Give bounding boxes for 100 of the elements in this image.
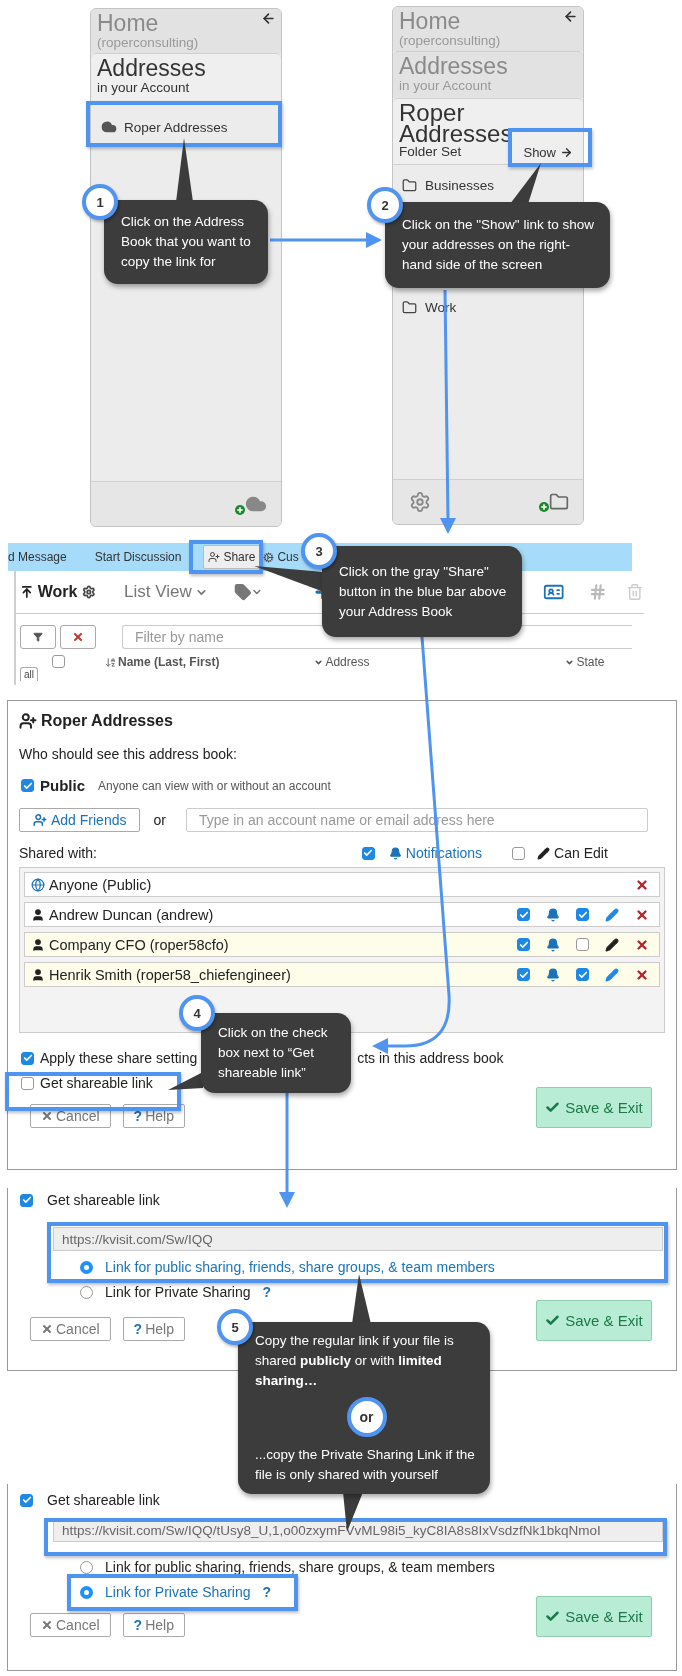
back-arrow-icon[interactable]	[261, 11, 276, 26]
step-badge: 3	[301, 533, 337, 569]
column-header[interactable]: Address	[314, 655, 370, 669]
url-field[interactable]: https://kvisit.com/Sw/IQQ	[53, 1227, 663, 1251]
callout-text: Copy the regular link if your file is shared publicly or with limited sharing…	[255, 1332, 455, 1390]
save-exit-button[interactable]: Save & Exit	[536, 1300, 652, 1341]
radio-label[interactable]: Link for Private Sharing	[105, 1584, 251, 1600]
home-title[interactable]: Home	[399, 9, 501, 33]
radio-label[interactable]: Link for Private Sharing	[105, 1284, 251, 1300]
folder-title: Work	[37, 583, 78, 601]
checkbox[interactable]	[517, 938, 530, 951]
checkbox[interactable]	[576, 968, 589, 981]
callout-text: Click on the Address Book that you want to copy the link for	[121, 213, 252, 271]
user-icon	[31, 967, 45, 982]
account-section[interactable]: Addresses in your Account	[393, 51, 583, 98]
checkbox[interactable]	[576, 908, 589, 921]
checkbox[interactable]	[517, 968, 530, 981]
callout-text: Click on the "Show" link to show your addresses on the right-hand side of the screen	[402, 216, 595, 274]
description-text: Anyone can view with or without an account	[98, 778, 331, 793]
member-name: Company CFO (roper58cfo)	[49, 936, 229, 953]
toolbar-link[interactable]: d Message	[8, 550, 67, 564]
checkbox[interactable]	[576, 938, 589, 951]
clear-filter-button[interactable]	[60, 625, 96, 649]
all-tab[interactable]: all	[20, 667, 38, 681]
can-edit-label: Can Edit	[554, 845, 608, 861]
filter-icon	[33, 632, 43, 642]
sort-icon	[105, 656, 116, 668]
checkbox[interactable]	[20, 1193, 33, 1207]
add-folder-icon[interactable]	[539, 492, 569, 512]
radio-label[interactable]: Link for public sharing, friends, share groups, & team members	[105, 1259, 495, 1275]
cancel-button[interactable]: Cancel	[30, 1613, 111, 1637]
checkbox[interactable]	[52, 655, 65, 668]
column-header[interactable]: Name (Last, First)	[105, 655, 220, 669]
check-icon	[545, 1313, 561, 1328]
remove-icon[interactable]	[635, 967, 649, 982]
save-exit-button[interactable]: Save & Exit	[536, 1087, 652, 1128]
back-arrow-icon[interactable]	[563, 9, 578, 24]
cancel-button[interactable]: Cancel	[30, 1317, 111, 1341]
help-link[interactable]: ?	[262, 1584, 272, 1600]
add-friends-button[interactable]: Add Friends	[19, 808, 141, 832]
hash-icon[interactable]	[588, 583, 607, 601]
add-user-icon	[33, 813, 47, 827]
checkbox[interactable]	[21, 1076, 34, 1090]
toolbar-link[interactable]: Start Discussion	[94, 550, 182, 564]
filter-button[interactable]	[20, 625, 56, 649]
show-link[interactable]: Show	[523, 144, 573, 160]
checkbox[interactable]	[20, 1493, 33, 1507]
checkbox[interactable]	[21, 1051, 34, 1065]
add-user-icon	[19, 712, 37, 730]
remove-icon[interactable]	[635, 907, 649, 922]
radio-button[interactable]	[80, 1260, 93, 1274]
save-exit-button[interactable]: Save & Exit	[536, 1596, 652, 1637]
checkbox-label: Get shareable link	[47, 1492, 160, 1508]
folder-set-title: Roper Addresses	[399, 102, 514, 144]
user-icon	[31, 937, 45, 952]
pencil-icon	[537, 846, 551, 860]
remove-icon[interactable]	[635, 877, 649, 892]
pencil-icon[interactable]	[605, 937, 619, 952]
or-text: or	[153, 812, 166, 828]
add-user-icon	[208, 551, 221, 563]
checkbox[interactable]	[512, 846, 526, 860]
close-icon	[41, 1110, 53, 1122]
bell-icon[interactable]	[546, 937, 560, 952]
home-title[interactable]: Home	[97, 11, 199, 35]
folder-icon	[402, 177, 417, 193]
folder-set-subtitle: Folder Set	[399, 144, 462, 160]
check-icon	[545, 1609, 561, 1624]
callout-text: Click on the gray "Share" button in the blue bar above your Address Book	[339, 562, 507, 621]
cloud-icon	[101, 119, 117, 135]
help-button[interactable]: ? Help	[122, 1613, 185, 1637]
checkbox-label: Apply these share setting	[40, 1050, 198, 1066]
help-link[interactable]: ?	[262, 1284, 272, 1300]
bell-icon	[388, 846, 402, 860]
view-menu[interactable]: List View	[124, 582, 208, 602]
check-icon	[545, 1100, 561, 1115]
radio-label[interactable]: Link for public sharing, friends, share groups, & team members	[105, 1559, 495, 1575]
toolbar-link[interactable]: Cus	[263, 550, 299, 564]
close-icon	[72, 631, 84, 643]
section-label: Shared with:	[19, 845, 97, 861]
radio-button[interactable]	[80, 1560, 93, 1574]
settings-icon[interactable]	[82, 585, 96, 599]
radio-button[interactable]	[80, 1585, 93, 1599]
checkbox[interactable]	[361, 846, 375, 860]
bell-icon[interactable]	[546, 907, 560, 922]
folder-icon	[402, 299, 417, 315]
help-button[interactable]: ? Help	[122, 1317, 185, 1341]
close-icon	[41, 1323, 53, 1335]
checkbox[interactable]	[21, 779, 34, 792]
checkbox-label: Get shareable link	[40, 1075, 153, 1091]
checkbox-label: Public	[40, 777, 85, 794]
radio-button[interactable]	[80, 1285, 93, 1299]
checkbox[interactable]	[517, 908, 530, 921]
plus-icon	[539, 502, 549, 512]
bell-icon[interactable]	[546, 967, 560, 982]
share-button[interactable]: Share	[203, 545, 261, 569]
up-level-icon[interactable]	[20, 585, 34, 599]
tag-icon[interactable]	[233, 583, 252, 601]
section-subtitle: in your Account	[399, 78, 493, 94]
column-header[interactable]: State	[565, 655, 605, 669]
remove-icon[interactable]	[635, 937, 649, 952]
